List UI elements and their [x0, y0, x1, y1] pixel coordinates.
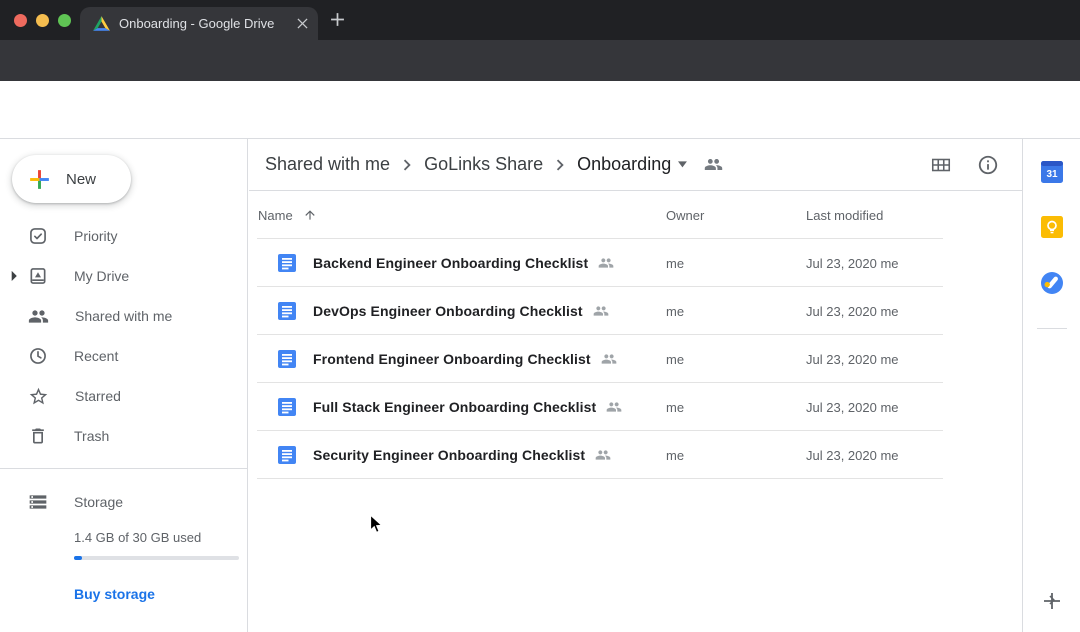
my-drive-icon: [28, 266, 48, 286]
browser-tab-strip: Onboarding - Google Drive: [0, 0, 1080, 40]
storage-label: Storage: [74, 494, 123, 510]
column-header-modified[interactable]: Last modified: [806, 208, 883, 223]
sidebar-item-storage[interactable]: Storage: [0, 482, 248, 522]
sidebar-item-shared-with-me[interactable]: Shared with me: [0, 296, 248, 336]
table-header: Name Owner Last modified: [249, 191, 1022, 239]
shared-people-icon: [593, 303, 609, 319]
sidebar-item-recent[interactable]: Recent: [0, 336, 248, 376]
file-owner: me: [666, 448, 684, 463]
priority-icon: [28, 226, 48, 246]
browser-toolbar: drive.google.com/drive/folders/1oiCO1S-T…: [0, 40, 1080, 82]
file-owner: me: [666, 256, 684, 271]
recent-clock-icon: [28, 346, 48, 366]
google-calendar-icon[interactable]: 31: [1041, 161, 1063, 188]
sidebar-item-label: Priority: [74, 228, 118, 244]
column-header-name[interactable]: Name: [258, 208, 317, 223]
storage-progress-fill: [74, 556, 82, 560]
file-row[interactable]: Frontend Engineer Onboarding Checklist m…: [249, 335, 1022, 383]
file-name: Full Stack Engineer Onboarding Checklist: [313, 399, 596, 415]
storage-progress-bar: [74, 556, 239, 560]
breadcrumb-onboarding[interactable]: Onboarding: [577, 154, 671, 175]
folder-shared-people-icon: [704, 155, 723, 174]
new-button[interactable]: New: [12, 155, 131, 203]
file-name: Backend Engineer Onboarding Checklist: [313, 255, 588, 271]
sidebar-item-trash[interactable]: Trash: [0, 416, 248, 456]
sidebar-item-my-drive[interactable]: My Drive: [0, 256, 248, 296]
file-list-panel: Shared with me GoLinks Share Onboarding …: [249, 139, 1022, 632]
rail-divider: [1037, 328, 1067, 329]
file-row[interactable]: DevOps Engineer Onboarding Checklist me …: [249, 287, 1022, 335]
breadcrumb-chevron-icon: [549, 154, 571, 176]
file-modified: Jul 23, 2020 me: [806, 352, 899, 367]
file-row[interactable]: Backend Engineer Onboarding Checklist me…: [249, 239, 1022, 287]
file-name: Security Engineer Onboarding Checklist: [313, 447, 585, 463]
file-owner: me: [666, 304, 684, 319]
file-modified: Jul 23, 2020 me: [806, 400, 899, 415]
shared-people-icon: [598, 255, 614, 271]
new-tab-button[interactable]: [330, 12, 345, 27]
breadcrumb-chevron-icon: [396, 154, 418, 176]
file-modified: Jul 23, 2020 me: [806, 304, 899, 319]
file-row[interactable]: Full Stack Engineer Onboarding Checklist…: [249, 383, 1022, 431]
drive-header: Drive G Suite: [0, 81, 1080, 139]
storage-icon: [28, 492, 48, 512]
drive-sidebar: New Priority My Drive Shared with me: [0, 139, 248, 632]
colored-plus-icon: [27, 167, 52, 192]
file-name: DevOps Engineer Onboarding Checklist: [313, 303, 583, 319]
expand-caret-icon[interactable]: [10, 270, 18, 282]
sidebar-item-label: Starred: [75, 388, 121, 404]
sidebar-item-label: My Drive: [74, 268, 129, 284]
file-modified: Jul 23, 2020 me: [806, 448, 899, 463]
google-tasks-icon[interactable]: [1041, 272, 1063, 299]
sidebar-item-priority[interactable]: Priority: [0, 216, 248, 256]
breadcrumb-golinks-share[interactable]: GoLinks Share: [424, 154, 543, 175]
google-docs-icon: [278, 350, 296, 368]
column-header-owner[interactable]: Owner: [666, 208, 704, 223]
google-docs-icon: [278, 254, 296, 272]
shared-with-me-icon: [28, 306, 49, 327]
storage-section: Storage 1.4 GB of 30 GB used Buy storage: [0, 468, 248, 604]
browser-tab[interactable]: Onboarding - Google Drive: [80, 7, 318, 40]
sidebar-item-label: Recent: [74, 348, 118, 364]
shared-people-icon: [601, 351, 617, 367]
starred-icon: [28, 386, 49, 407]
breadcrumb-shared-with-me[interactable]: Shared with me: [265, 154, 390, 175]
file-modified: Jul 23, 2020 me: [806, 256, 899, 271]
tab-title: Onboarding - Google Drive: [119, 16, 288, 31]
grid-view-icon[interactable]: [930, 154, 952, 176]
trash-icon: [28, 426, 48, 446]
google-docs-icon: [278, 446, 296, 464]
shared-people-icon: [606, 399, 622, 415]
folder-menu-caret-icon[interactable]: [677, 161, 688, 168]
google-docs-icon: [278, 398, 296, 416]
window-controls[interactable]: [14, 14, 71, 27]
minimize-window-button[interactable]: [36, 14, 49, 27]
google-docs-icon: [278, 302, 296, 320]
svg-text:31: 31: [1046, 169, 1058, 180]
buy-storage-link[interactable]: Buy storage: [74, 586, 155, 602]
close-tab-icon[interactable]: [297, 18, 308, 29]
sidebar-item-label: Trash: [74, 428, 109, 444]
sort-ascending-arrow-icon[interactable]: [303, 208, 317, 222]
storage-usage-text: 1.4 GB of 30 GB used: [74, 530, 248, 545]
hide-side-panel-chevron-icon[interactable]: [1043, 591, 1061, 609]
sidebar-item-label: Shared with me: [75, 308, 172, 324]
file-owner: me: [666, 400, 684, 415]
google-apps-side-rail: 31: [1022, 139, 1080, 632]
close-window-button[interactable]: [14, 14, 27, 27]
new-button-label: New: [66, 171, 96, 188]
fullscreen-window-button[interactable]: [58, 14, 71, 27]
file-name: Frontend Engineer Onboarding Checklist: [313, 351, 591, 367]
info-icon[interactable]: [977, 154, 999, 176]
google-keep-icon[interactable]: [1041, 216, 1063, 243]
breadcrumb: Shared with me GoLinks Share Onboarding: [249, 139, 1022, 191]
sidebar-item-starred[interactable]: Starred: [0, 376, 248, 416]
drive-favicon: [93, 16, 110, 31]
file-row[interactable]: Security Engineer Onboarding Checklist m…: [249, 431, 1022, 479]
shared-people-icon: [595, 447, 611, 463]
file-owner: me: [666, 352, 684, 367]
